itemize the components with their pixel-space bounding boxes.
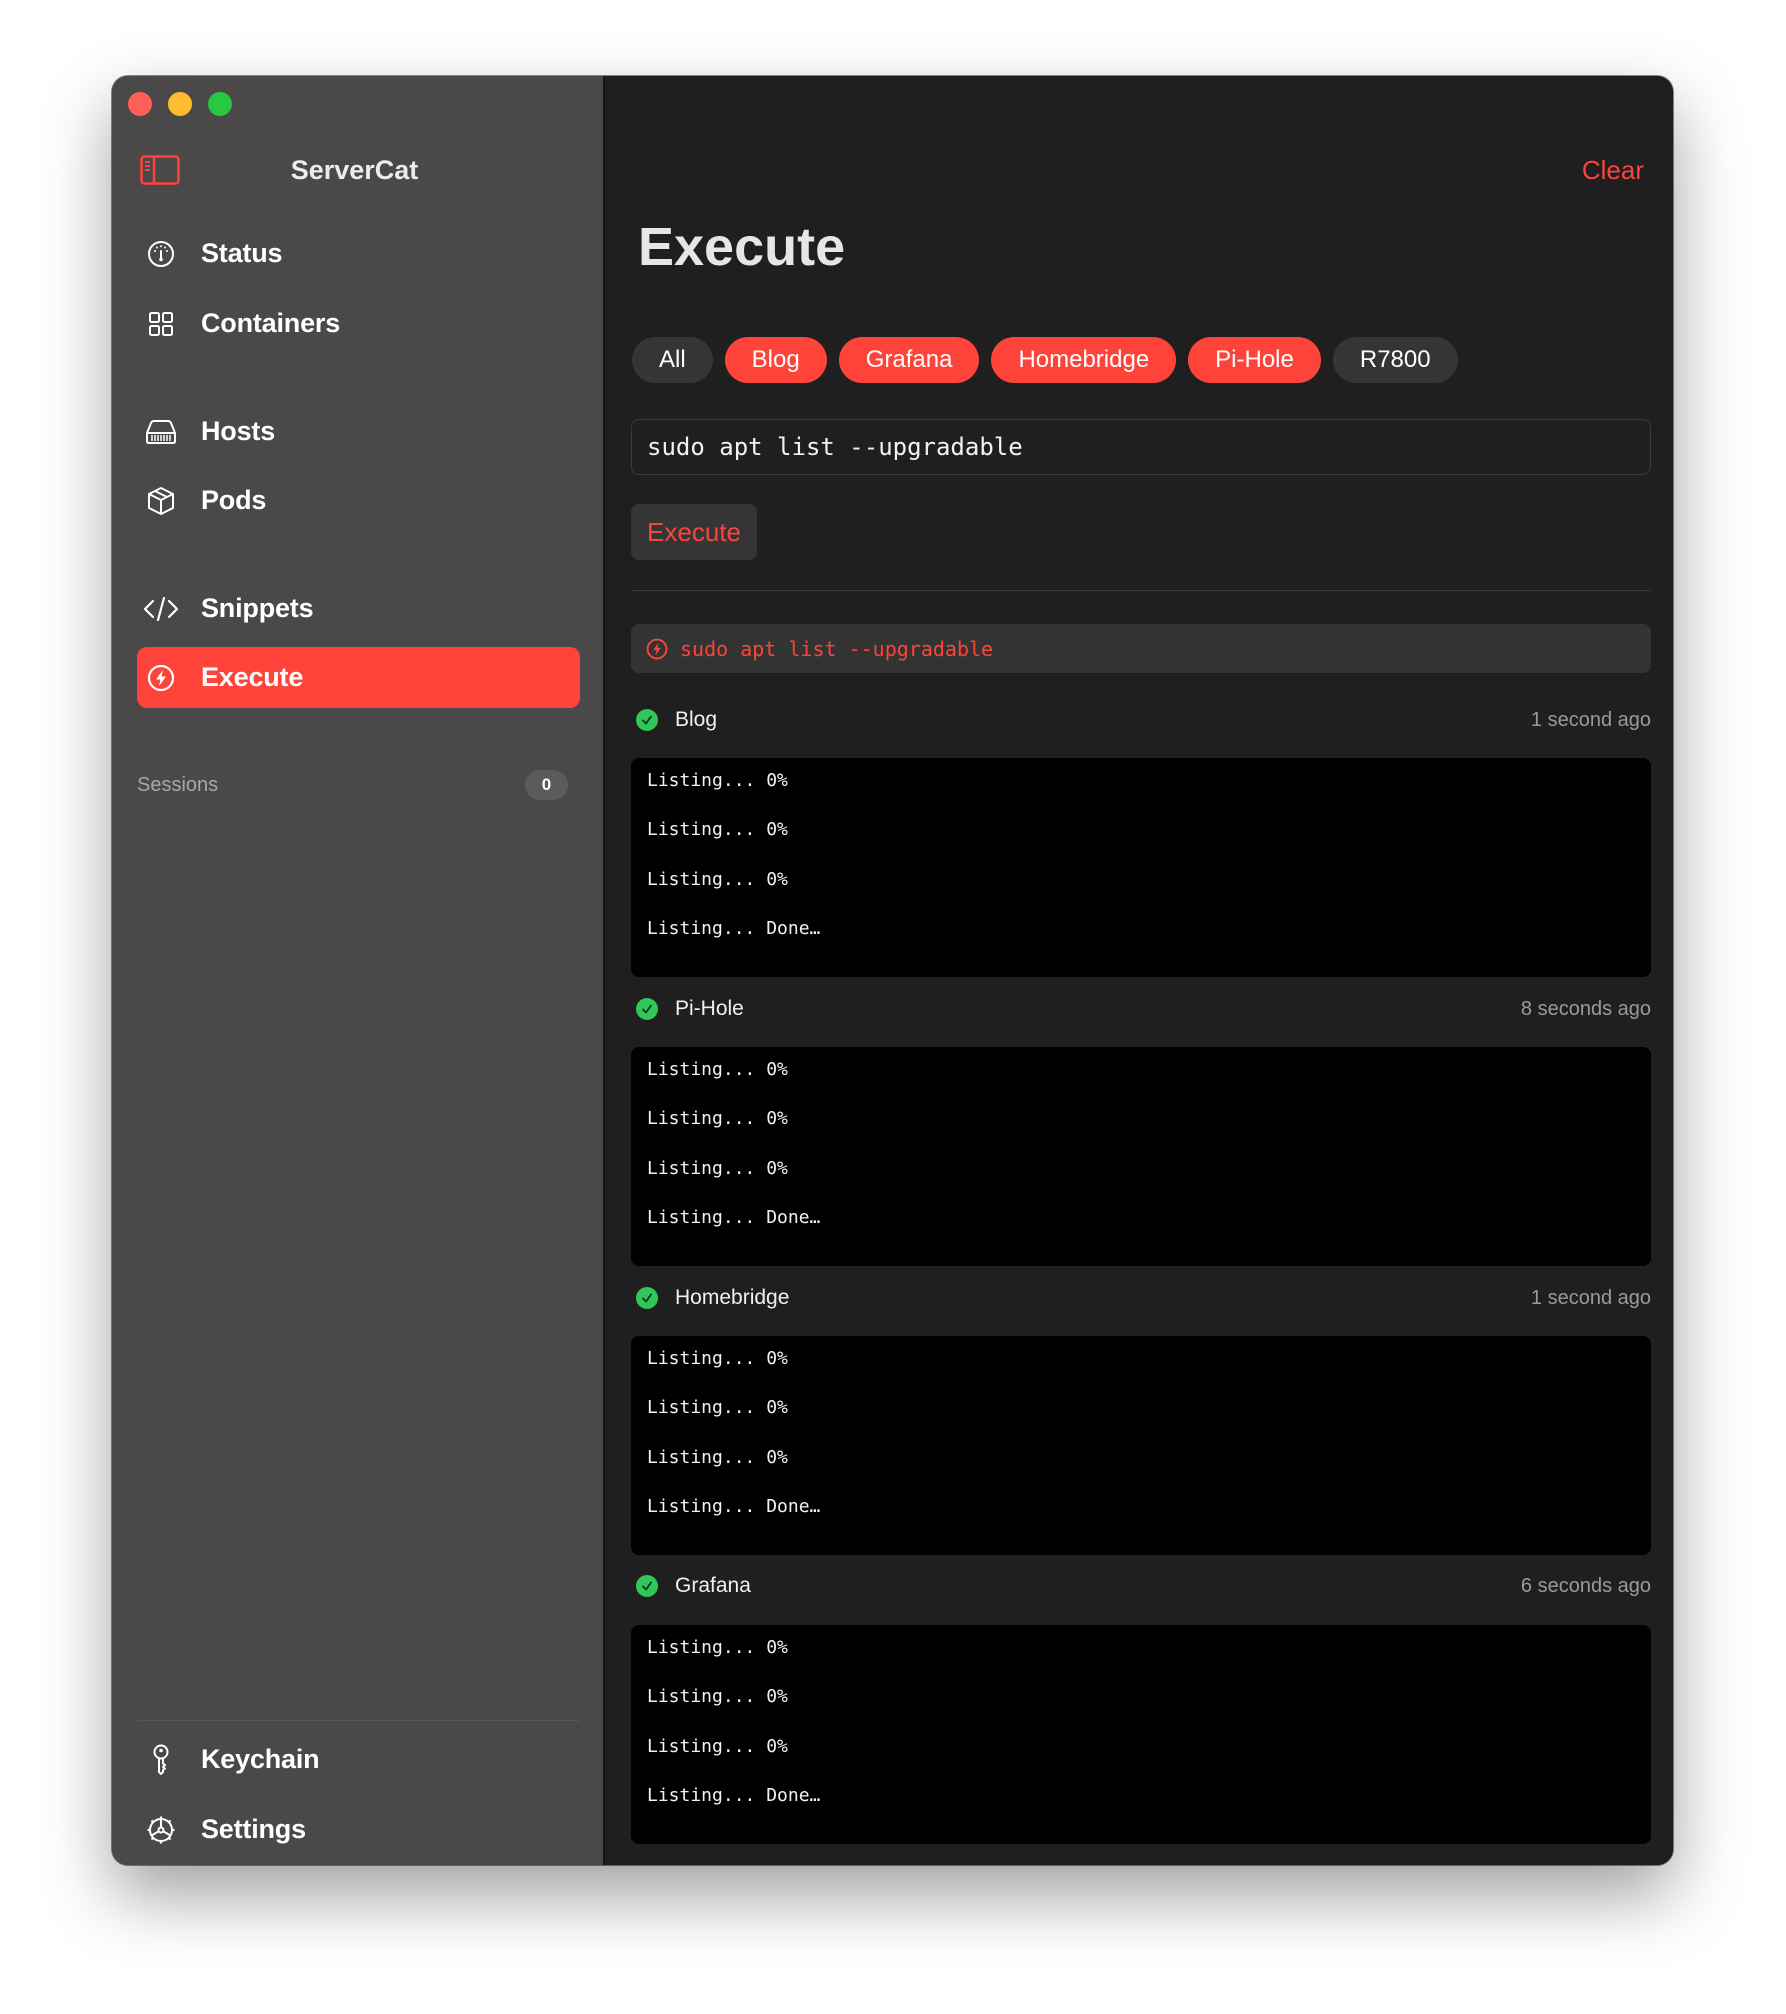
- key-icon: [137, 1744, 185, 1776]
- result-timestamp: 1 second ago: [1530, 1286, 1651, 1309]
- result-output: Listing... 0% Listing... 0% Listing... 0…: [631, 1336, 1651, 1555]
- sidebar-item-pods[interactable]: Pods: [137, 470, 580, 531]
- sidebar-item-execute[interactable]: Execute: [137, 647, 580, 708]
- output-line: Listing... 0%: [647, 770, 788, 791]
- sidebar-item-label: Snippets: [201, 593, 314, 623]
- host-filter-chips: All Blog Grafana Homebridge Pi-Hole R780…: [632, 337, 1458, 383]
- sidebar: ServerCat Status Containers Hosts Pods S…: [112, 76, 605, 1865]
- output-line: Listing... 0%: [647, 1059, 788, 1080]
- sidebar-item-keychain[interactable]: Keychain: [137, 1729, 580, 1790]
- output-line: Listing... 0%: [647, 819, 788, 840]
- app-title-text: ServerCat: [290, 155, 419, 185]
- result-timestamp: 1 second ago: [1530, 708, 1651, 731]
- success-check-icon: [636, 998, 658, 1020]
- main-content: Clear Execute All Blog Grafana Homebridg…: [605, 76, 1673, 1865]
- output-line: Listing... 0%: [647, 1447, 788, 1468]
- host-chip-blog[interactable]: Blog: [724, 337, 827, 383]
- output-line: Listing... 0%: [647, 1736, 788, 1757]
- host-chip-all[interactable]: All: [632, 337, 713, 383]
- sidebar-item-containers[interactable]: Containers: [137, 293, 580, 354]
- sidebar-item-label: Keychain: [201, 1744, 320, 1774]
- result-timestamp: 6 seconds ago: [1520, 1574, 1651, 1597]
- output-line: Listing... Done…: [647, 1496, 821, 1517]
- result-timestamp: 8 seconds ago: [1520, 997, 1651, 1020]
- output-line: Listing... Done…: [647, 918, 821, 939]
- execute-button[interactable]: Execute: [631, 504, 757, 560]
- output-line: Listing... 0%: [647, 1348, 788, 1369]
- sidebar-item-label: Hosts: [201, 416, 276, 446]
- cube-box-icon: [137, 486, 185, 516]
- result-host-name: Pi-Hole: [675, 997, 744, 1020]
- output-line: Listing... 0%: [647, 1637, 788, 1658]
- success-check-icon: [636, 709, 658, 731]
- sidebar-item-hosts[interactable]: Hosts: [137, 401, 580, 462]
- minimize-window-button[interactable]: [168, 92, 192, 116]
- host-chip-homebridge[interactable]: Homebridge: [991, 337, 1177, 383]
- output-line: Listing... 0%: [647, 869, 788, 890]
- sidebar-item-settings[interactable]: Settings: [137, 1799, 580, 1860]
- result-host-name: Homebridge: [675, 1286, 790, 1309]
- result-host-name: Grafana: [675, 1574, 751, 1597]
- result-header: Pi-Hole 8 seconds ago: [631, 994, 1651, 1024]
- sidebar-item-status[interactable]: Status: [137, 223, 580, 284]
- sidebar-divider: [137, 1720, 580, 1721]
- result-output: Listing... 0% Listing... 0% Listing... 0…: [631, 1047, 1651, 1266]
- sidebar-item-label: Pods: [201, 485, 267, 515]
- success-check-icon: [636, 1575, 658, 1597]
- host-chip-r7800[interactable]: R7800: [1332, 337, 1458, 383]
- grid-icon: [137, 311, 185, 337]
- gauge-icon: [137, 240, 185, 268]
- sessions-section-label: Sessions: [137, 774, 219, 796]
- sidebar-item-label: Status: [201, 238, 283, 268]
- bolt-circle-icon: [137, 664, 185, 692]
- output-line: Listing... Done…: [647, 1785, 821, 1806]
- output-line: Listing... 0%: [647, 1108, 788, 1129]
- output-line: Listing... 0%: [647, 1158, 788, 1179]
- sidebar-item-label: Execute: [201, 662, 304, 692]
- result-output: Listing... 0% Listing... 0% Listing... 0…: [631, 1625, 1651, 1844]
- output-line: Listing... 0%: [647, 1397, 788, 1418]
- gear-icon: [137, 1815, 185, 1845]
- result-header: Grafana 6 seconds ago: [631, 1571, 1651, 1601]
- result-host-name: Blog: [675, 708, 718, 731]
- success-check-icon: [636, 1287, 658, 1309]
- sessions-count-badge: 0: [525, 770, 568, 800]
- host-chip-pi-hole[interactable]: Pi-Hole: [1188, 337, 1321, 383]
- app-title: ServerCat: [112, 155, 605, 185]
- clear-button[interactable]: Clear: [1582, 155, 1644, 185]
- app-window: ServerCat Status Containers Hosts Pods S…: [112, 76, 1673, 1865]
- last-command-bar: sudo apt list --upgradable: [631, 624, 1651, 673]
- host-chip-grafana[interactable]: Grafana: [838, 337, 980, 383]
- server-rack-icon: [137, 419, 185, 445]
- result-header: Blog 1 second ago: [631, 705, 1651, 735]
- code-brackets-icon: [137, 596, 185, 622]
- zoom-window-button[interactable]: [208, 92, 232, 116]
- content-divider: [631, 590, 1651, 591]
- last-command-text: sudo apt list --upgradable: [680, 636, 994, 661]
- sidebar-item-label: Settings: [201, 1814, 306, 1844]
- bolt-circle-icon: [646, 638, 668, 659]
- command-input[interactable]: [631, 419, 1651, 475]
- close-window-button[interactable]: [128, 92, 152, 116]
- output-line: Listing... Done…: [647, 1207, 821, 1228]
- sidebar-item-label: Containers: [201, 308, 341, 338]
- output-line: Listing... 0%: [647, 1686, 788, 1707]
- result-header: Homebridge 1 second ago: [631, 1283, 1651, 1313]
- sidebar-item-snippets[interactable]: Snippets: [137, 578, 580, 639]
- result-output: Listing... 0% Listing... 0% Listing... 0…: [631, 758, 1651, 977]
- page-title: Execute: [638, 217, 846, 277]
